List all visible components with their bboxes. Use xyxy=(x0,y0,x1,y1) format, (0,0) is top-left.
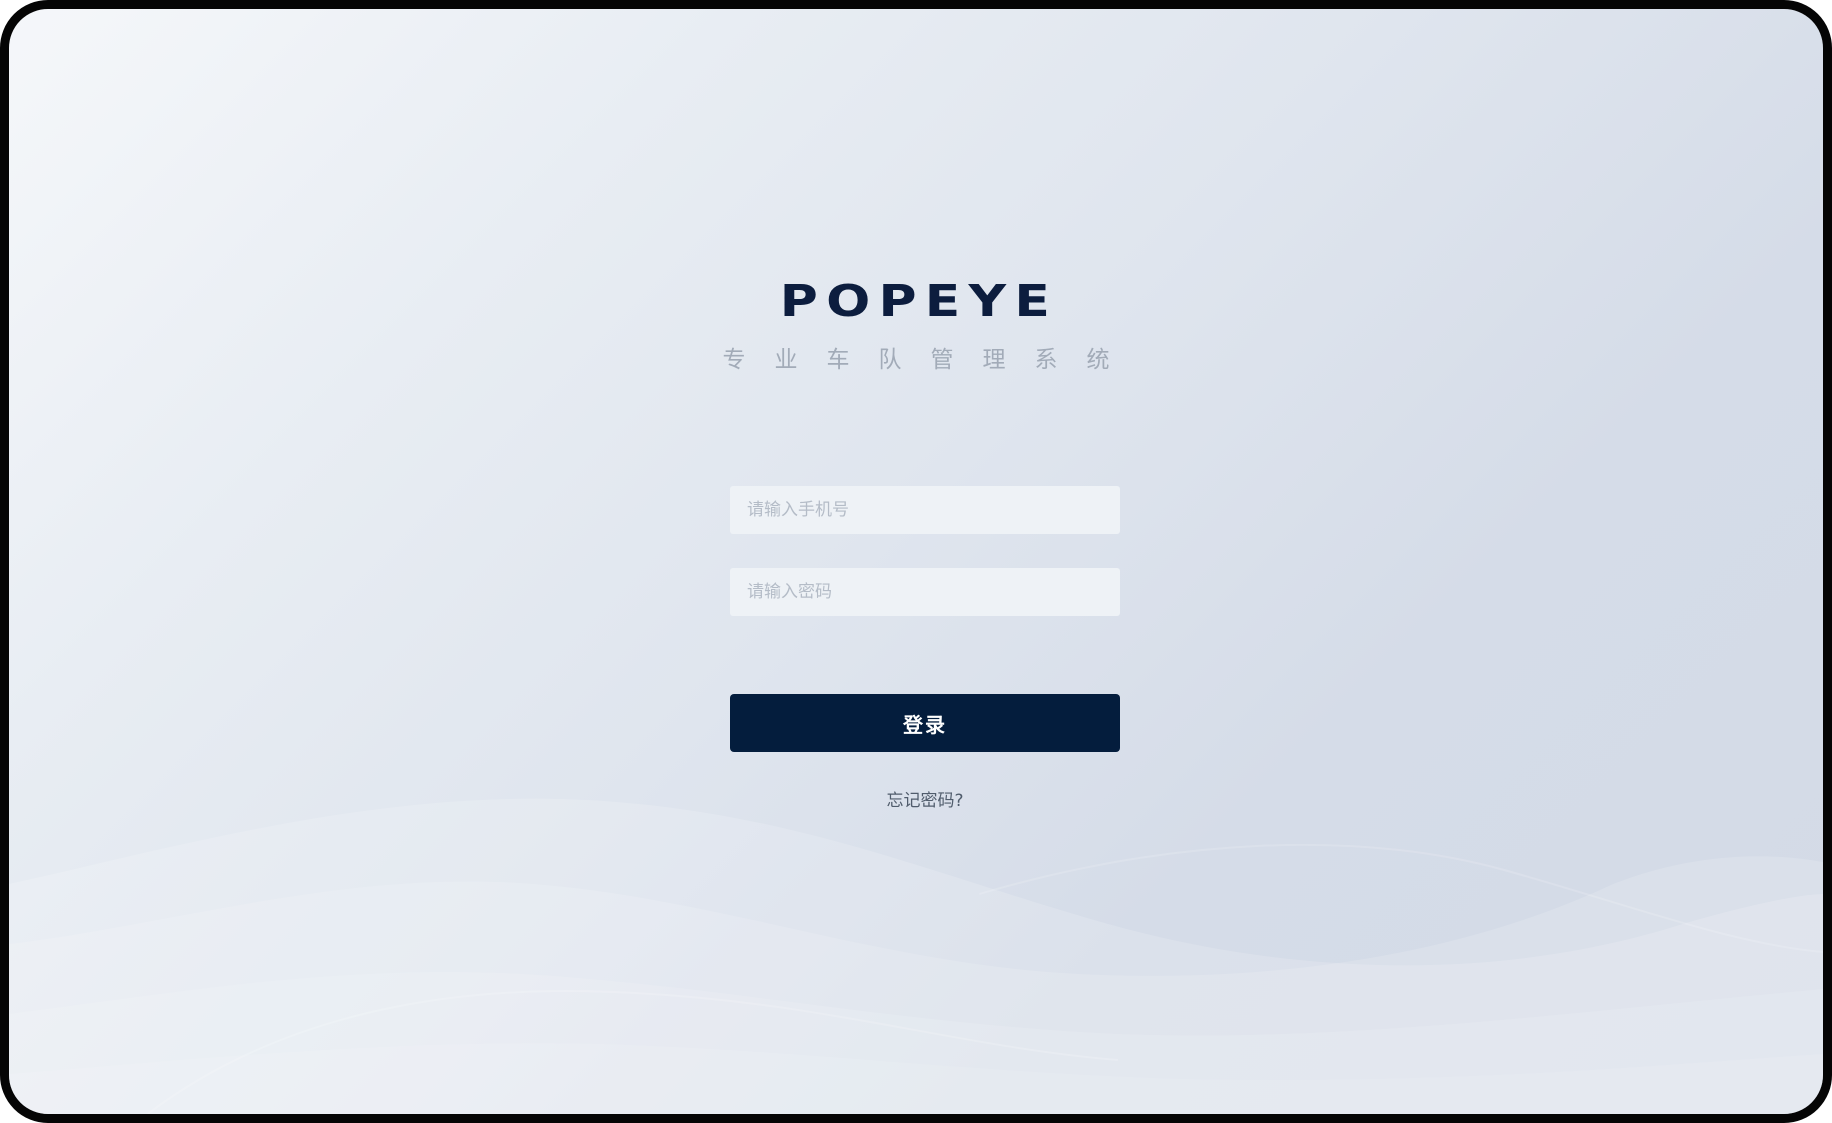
login-form: 登录 忘记密码? xyxy=(730,486,1120,811)
background-waves xyxy=(9,798,1823,1114)
forgot-password-link[interactable]: 忘记密码? xyxy=(730,786,1120,811)
phone-input[interactable] xyxy=(730,486,1120,534)
device-frame: POPEYE 专业车队管理系统 登录 忘记密码? xyxy=(0,0,1832,1123)
system-subtitle: 专业车队管理系统 xyxy=(722,347,1139,373)
popeye-logo: POPEYE xyxy=(779,276,1059,327)
password-input[interactable] xyxy=(730,568,1120,616)
login-button[interactable]: 登录 xyxy=(730,694,1120,752)
brand-header: POPEYE xyxy=(9,277,1823,327)
